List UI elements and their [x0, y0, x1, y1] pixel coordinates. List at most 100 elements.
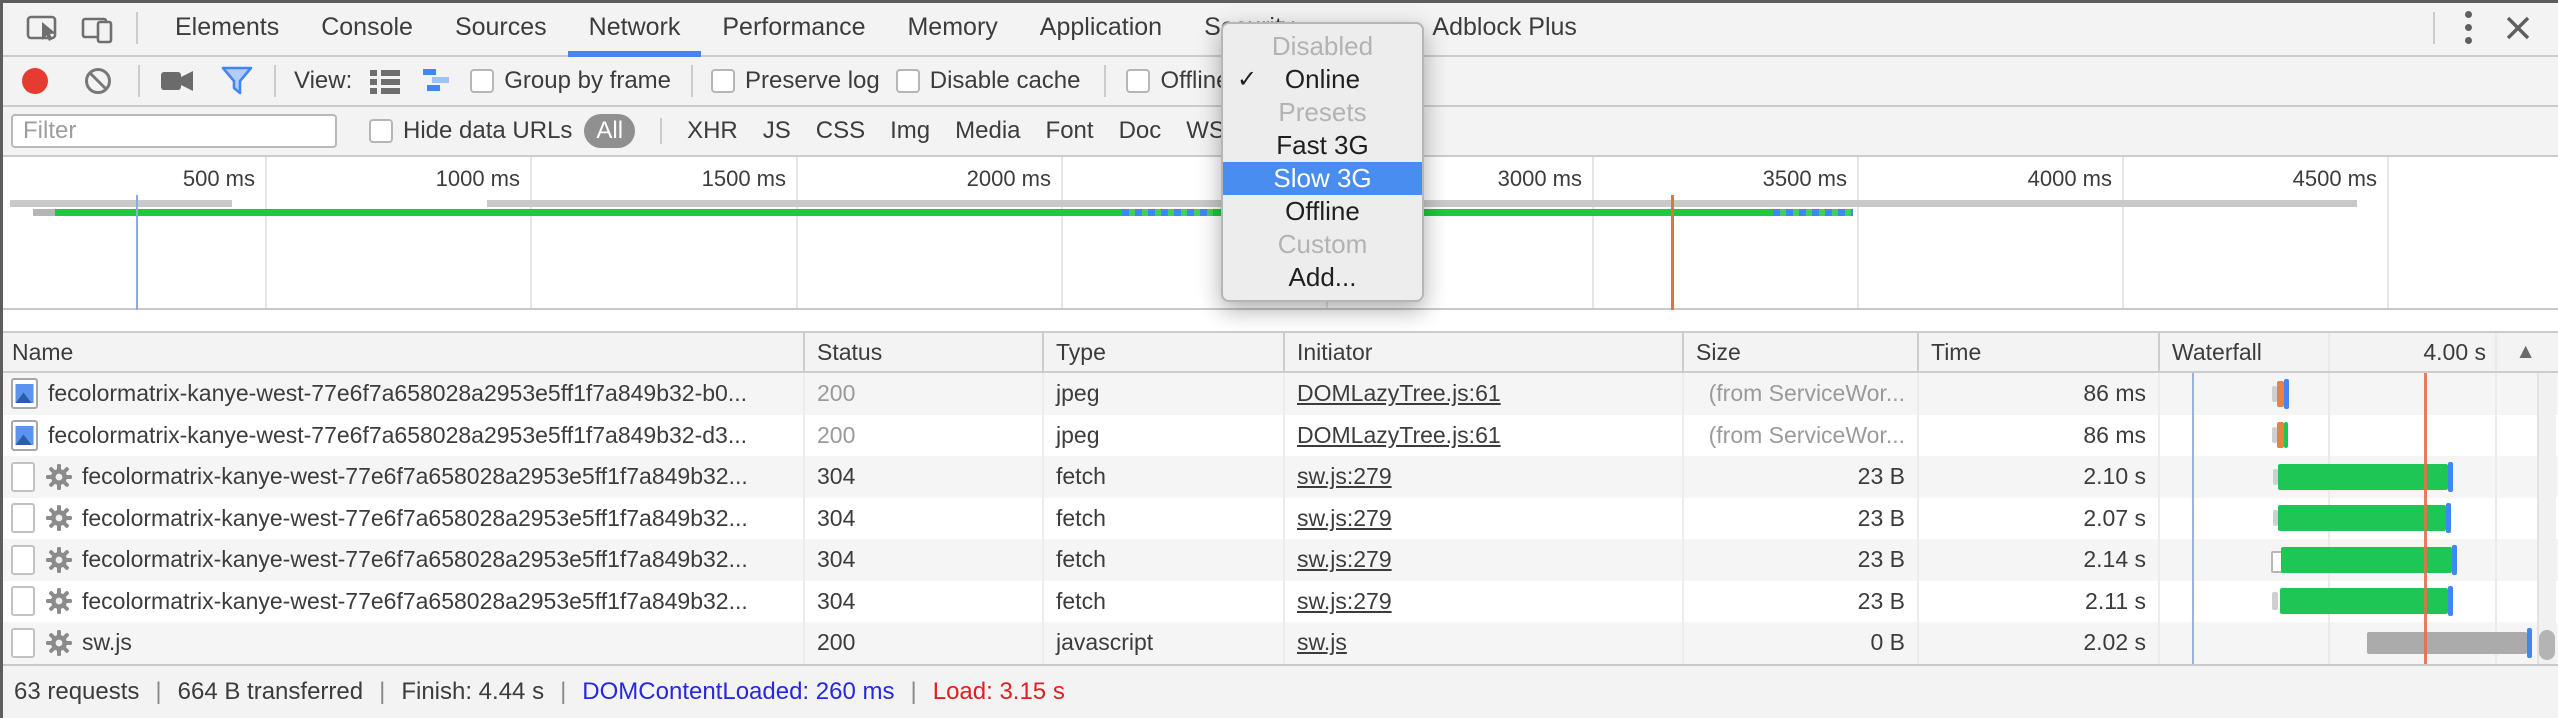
table-row[interactable]: fecolormatrix-kanye-west-77e6f7a658028a2…	[0, 456, 2558, 498]
filter-type-media[interactable]: Media	[955, 117, 1020, 145]
filter-type-all[interactable]: All	[584, 114, 635, 148]
group-by-frame-checkbox[interactable]: Group by frame	[470, 67, 671, 95]
overview-network-line	[55, 209, 1851, 216]
request-name-label: fecolormatrix-kanye-west-77e6f7a658028a2…	[48, 422, 747, 449]
initiator-link[interactable]: sw.js:279	[1297, 505, 1392, 532]
preserve-log-checkbox[interactable]: Preserve log	[711, 67, 880, 95]
status-separator: |	[379, 678, 385, 706]
record-button[interactable]	[22, 68, 48, 94]
hide-data-urls-checkbox[interactable]: Hide data URLs	[369, 117, 572, 145]
table-row[interactable]: fecolormatrix-kanye-west-77e6f7a658028a2…	[0, 498, 2558, 540]
initiator-link[interactable]: DOMLazyTree.js:61	[1297, 422, 1501, 449]
initiator-link[interactable]: sw.js	[1297, 629, 1347, 656]
menu-item-online[interactable]: ✓Online	[1223, 63, 1422, 96]
overview-bottom-border	[0, 308, 2558, 310]
checkbox-icon[interactable]	[896, 69, 920, 93]
status-segment: 63 requests	[14, 678, 139, 706]
column-header-waterfall[interactable]: Waterfall4.00 s▲	[2160, 333, 2558, 371]
filter-type-doc[interactable]: Doc	[1119, 117, 1162, 145]
tab-elements[interactable]: Elements	[154, 0, 300, 55]
tab-memory[interactable]: Memory	[886, 0, 1018, 55]
filter-type-img[interactable]: Img	[890, 117, 930, 145]
request-name-label: fecolormatrix-kanye-west-77e6f7a658028a2…	[82, 588, 748, 615]
cell-size: (from ServiceWor...	[1684, 373, 1919, 415]
scrollbar-thumb[interactable]	[2539, 630, 2555, 660]
tab-application[interactable]: Application	[1019, 0, 1183, 55]
waterfall-bar	[2452, 545, 2457, 575]
column-header-time[interactable]: Time	[1919, 333, 2160, 371]
cell-status: 304	[805, 581, 1044, 623]
status-separator: |	[910, 678, 916, 706]
filter-type-css[interactable]: CSS	[816, 117, 865, 145]
tab-console[interactable]: Console	[300, 0, 434, 55]
tab-performance[interactable]: Performance	[701, 0, 886, 55]
cell-status: 200	[805, 415, 1044, 457]
screenshot-camera-icon[interactable]	[158, 64, 198, 98]
column-header-name[interactable]: Name	[0, 333, 805, 371]
initiator-link[interactable]: sw.js:279	[1297, 546, 1392, 573]
waterfall-bar	[2448, 462, 2453, 492]
column-header-initiator[interactable]: Initiator	[1285, 333, 1684, 371]
inspect-element-icon[interactable]	[24, 9, 62, 47]
table-row[interactable]: fecolormatrix-kanye-west-77e6f7a658028a2…	[0, 581, 2558, 623]
device-toolbar-icon[interactable]	[80, 9, 118, 47]
column-header-size[interactable]: Size	[1684, 333, 1919, 371]
tab-sources[interactable]: Sources	[434, 0, 568, 55]
checkbox-icon[interactable]	[711, 69, 735, 93]
close-icon[interactable]	[2502, 12, 2534, 44]
status-segment: Finish: 4.44 s	[401, 678, 544, 706]
tab-adblock-plus[interactable]: Adblock Plus	[1411, 0, 1598, 55]
separator	[138, 65, 140, 97]
checkbox-icon[interactable]	[369, 119, 393, 143]
filter-type-xhr[interactable]: XHR	[687, 117, 738, 145]
filter-type-font[interactable]: Font	[1046, 117, 1094, 145]
cell-waterfall	[2160, 373, 2558, 415]
menu-item-slow-3g[interactable]: Slow 3G	[1223, 162, 1422, 195]
more-options-icon[interactable]	[2461, 7, 2476, 48]
initiator-link[interactable]: DOMLazyTree.js:61	[1297, 380, 1501, 407]
filter-input[interactable]	[11, 114, 337, 148]
table-row[interactable]: fecolormatrix-kanye-west-77e6f7a658028a2…	[0, 415, 2558, 457]
tab-network[interactable]: Network	[568, 0, 702, 55]
table-row[interactable]: fecolormatrix-kanye-west-77e6f7a658028a2…	[0, 539, 2558, 581]
column-header-type[interactable]: Type	[1044, 333, 1285, 371]
gear-icon	[44, 628, 74, 658]
view-label: View:	[294, 67, 352, 95]
view-waterfall-icon[interactable]	[420, 64, 458, 98]
cell-waterfall	[2160, 622, 2558, 664]
cell-name: fecolormatrix-kanye-west-77e6f7a658028a2…	[0, 539, 805, 581]
column-header-label: Initiator	[1297, 339, 1372, 366]
cell-name: fecolormatrix-kanye-west-77e6f7a658028a2…	[0, 456, 805, 498]
cell-status: 304	[805, 539, 1044, 581]
initiator-link[interactable]: sw.js:279	[1297, 463, 1392, 490]
column-header-status[interactable]: Status	[805, 333, 1044, 371]
cell-time: 2.10 s	[1919, 456, 2160, 498]
filter-type-ws[interactable]: WS	[1186, 117, 1225, 145]
menu-item-add[interactable]: Add...	[1223, 261, 1422, 294]
ruler-tick-label: 3500 ms	[1763, 166, 1847, 192]
scrollbar-track[interactable]	[2537, 373, 2556, 664]
menu-item-fast-3g[interactable]: Fast 3G	[1223, 129, 1422, 162]
offline-checkbox[interactable]: Offline	[1126, 67, 1229, 95]
clear-icon[interactable]	[82, 65, 114, 97]
checkbox-icon[interactable]	[470, 69, 494, 93]
filter-funnel-icon[interactable]	[218, 62, 256, 100]
menu-item-offline[interactable]: Offline	[1223, 195, 1422, 228]
load-marker-line	[1671, 195, 1674, 310]
menu-item-label: Offline	[1285, 196, 1360, 227]
disable-cache-checkbox[interactable]: Disable cache	[896, 67, 1081, 95]
sort-asc-icon[interactable]: ▲	[2515, 340, 2536, 364]
view-list-icon[interactable]	[366, 64, 404, 98]
filter-type-js[interactable]: JS	[763, 117, 791, 145]
checkbox-icon[interactable]	[1126, 69, 1150, 93]
cell-type: javascript	[1044, 622, 1285, 664]
waterfall-bar	[2284, 422, 2288, 448]
table-row[interactable]: fecolormatrix-kanye-west-77e6f7a658028a2…	[0, 373, 2558, 415]
initiator-link[interactable]: sw.js:279	[1297, 588, 1392, 615]
cell-type: jpeg	[1044, 373, 1285, 415]
table-row[interactable]: sw.js200javascriptsw.js0 B2.02 s	[0, 622, 2558, 664]
disable-cache-label: Disable cache	[930, 67, 1081, 95]
tabbar-right-controls	[2433, 7, 2558, 48]
status-segment: DOMContentLoaded: 260 ms	[582, 678, 894, 706]
ruler-tick-label: 3000 ms	[1498, 166, 1582, 192]
